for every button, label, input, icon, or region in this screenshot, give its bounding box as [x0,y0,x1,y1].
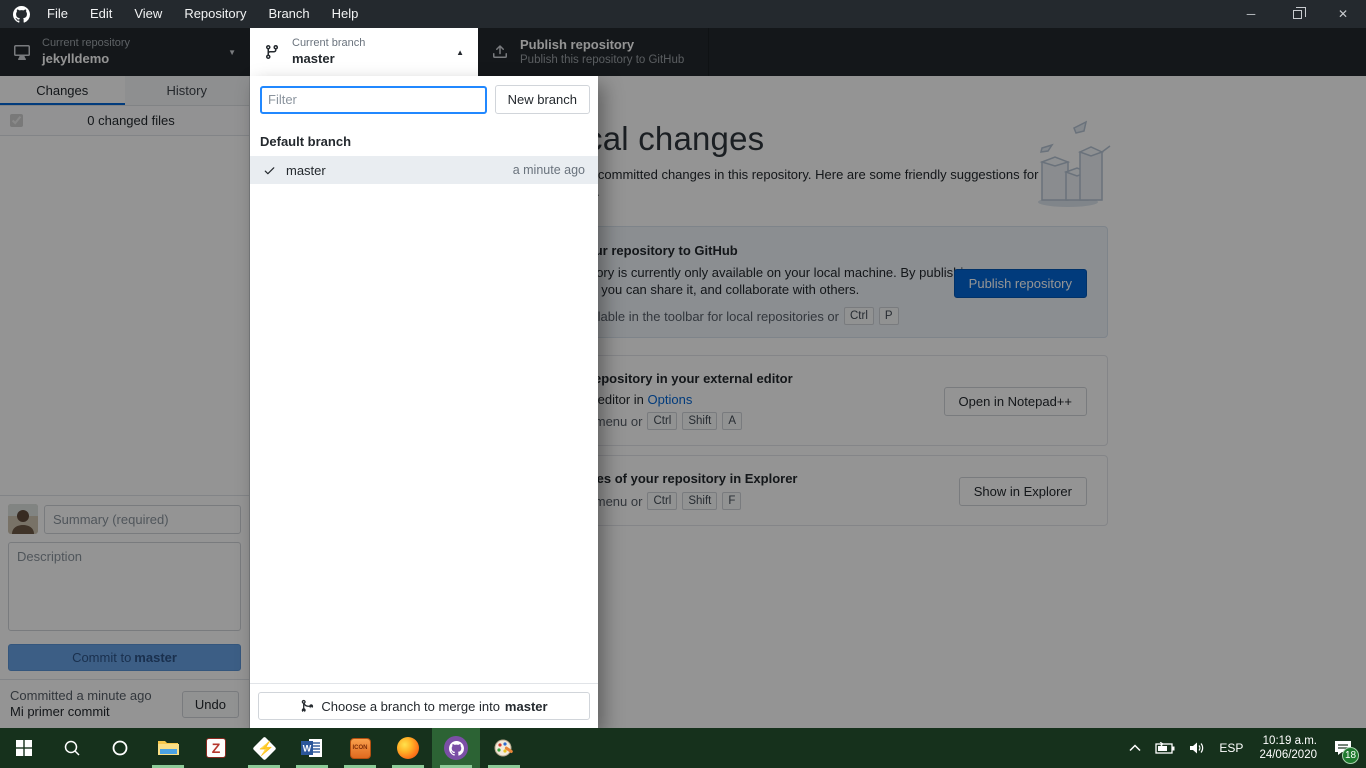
branch-list-item-master[interactable]: master a minute ago [250,156,598,184]
default-branch-header: Default branch [250,123,598,156]
menu-edit[interactable]: Edit [79,0,123,28]
check-icon [263,164,276,177]
merge-branch-button[interactable]: Choose a branch to merge into master [258,692,590,720]
notification-count-badge: 18 [1342,747,1359,764]
action-center-icon[interactable]: 18 [1326,728,1360,768]
modal-dim-overlay[interactable] [0,28,1366,728]
search-icon[interactable] [48,728,96,768]
battery-icon[interactable] [1148,728,1182,768]
branch-filter-input[interactable] [260,86,487,114]
winamp-icon[interactable]: ⚡ [240,728,288,768]
start-button[interactable] [0,728,48,768]
cortana-icon[interactable] [96,728,144,768]
language-indicator[interactable]: ESP [1212,728,1250,768]
chevron-up-icon: ▲ [456,48,464,57]
clock-time: 10:19 a.m. [1259,734,1317,748]
clock-date: 24/06/2020 [1259,748,1317,762]
menu-view[interactable]: View [123,0,173,28]
merge-button-branch: master [505,699,548,714]
close-button[interactable]: ✕ [1320,0,1366,28]
zotero-icon[interactable]: Z [192,728,240,768]
taskbar: Z ⚡ W ICON ESP 10:19 a.m. 24/06/2020 [0,728,1366,768]
file-explorer-icon[interactable] [144,728,192,768]
minimize-button[interactable]: ─ [1228,0,1274,28]
branch-last-commit-time: a minute ago [513,163,585,177]
tray-chevron-up-icon[interactable] [1122,728,1148,768]
git-merge-icon [300,699,314,713]
restore-icon [1293,10,1302,19]
menu-help[interactable]: Help [321,0,370,28]
github-desktop-icon[interactable] [432,728,480,768]
menu-file[interactable]: File [36,0,79,28]
titlebar: File Edit View Repository Branch Help ─ … [0,0,1366,28]
merge-button-text: Choose a branch to merge into [321,699,500,714]
firefox-icon[interactable] [384,728,432,768]
current-branch-label: Current branch [292,37,365,51]
paint-icon[interactable] [480,728,528,768]
github-logo-icon [13,6,30,23]
branch-name: master [286,163,326,178]
clock[interactable]: 10:19 a.m. 24/06/2020 [1250,734,1326,762]
word-icon[interactable]: W [288,728,336,768]
svg-text:W: W [303,744,312,754]
system-tray: ESP 10:19 a.m. 24/06/2020 18 [1122,728,1366,768]
current-branch-name: master [292,51,365,67]
menubar: File Edit View Repository Branch Help [36,0,369,28]
new-branch-button[interactable]: New branch [495,85,590,114]
current-branch-button[interactable]: Current branch master ▲ [250,28,478,76]
icon-workshop-icon[interactable]: ICON [336,728,384,768]
menu-repository[interactable]: Repository [173,0,257,28]
branch-list-empty-space [250,184,598,683]
git-branch-icon [264,44,280,60]
volume-icon[interactable] [1182,728,1212,768]
branch-dropdown: New branch Default branch master a minut… [250,76,598,728]
restore-button[interactable] [1274,0,1320,28]
menu-branch[interactable]: Branch [257,0,320,28]
